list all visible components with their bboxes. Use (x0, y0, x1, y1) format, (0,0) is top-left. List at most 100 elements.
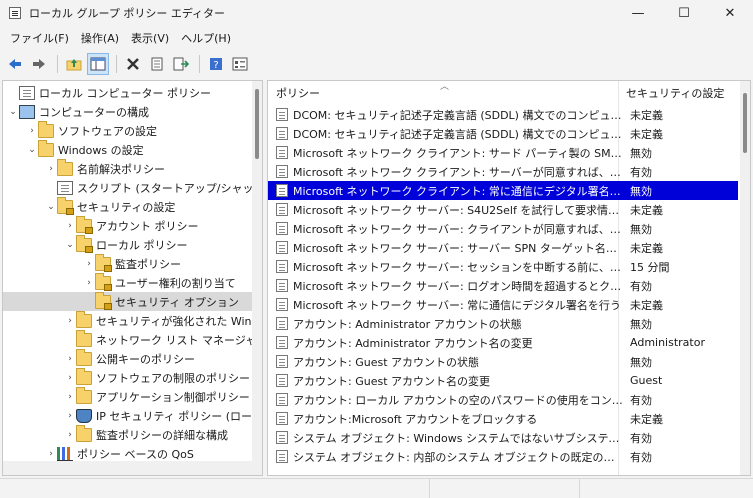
menu-view[interactable]: 表示(V) (125, 30, 175, 46)
expand-chevron-icon[interactable]: › (64, 411, 76, 421)
policy-row[interactable]: Microsoft ネットワーク クライアント: サーバーが同意すれば、通信に.… (268, 162, 738, 181)
help-icon[interactable]: ? (205, 53, 227, 75)
tree-node[interactable]: ⌄ ローカル ポリシー (3, 234, 188, 254)
list-vertical-scrollbar[interactable] (740, 81, 750, 475)
status-cell (430, 479, 580, 498)
policy-row[interactable]: Microsoft ネットワーク クライアント: サード パーティ製の SMB … (268, 143, 738, 162)
policy-row[interactable]: Microsoft ネットワーク サーバー: ログオン時間を超過するとクライア.… (268, 276, 738, 295)
policy-name: アカウント: Administrator アカウント名の変更 (293, 336, 533, 350)
collapse-chevron-icon[interactable]: ⌄ (26, 145, 38, 155)
column-header-policy[interactable]: ポリシー ︿ (268, 81, 616, 105)
security-folder-icon (95, 253, 112, 272)
policy-row[interactable]: アカウント: Administrator アカウントの状態 無効 (268, 314, 738, 333)
expand-chevron-icon[interactable]: › (64, 373, 76, 383)
tree-node[interactable]: › セキュリティが強化された Windo (3, 310, 262, 330)
policy-list-pane: ポリシー ︿ セキュリティの設定 DCOM: セキュリティ記述子定義言語 (SD… (267, 80, 751, 476)
policy-row[interactable]: システム オブジェクト: Windows システムではないサブシステムのため..… (268, 428, 738, 447)
maximize-button[interactable]: ☐ (661, 0, 707, 26)
tree-node[interactable]: ローカル コンピューター ポリシー (3, 83, 211, 102)
up-folder-icon[interactable] (63, 53, 85, 75)
tree-node[interactable]: › IP セキュリティ ポリシー (ローカル (3, 406, 262, 425)
close-button[interactable]: ✕ (707, 0, 753, 26)
collapse-chevron-icon[interactable]: ⌄ (45, 202, 57, 212)
tree-node[interactable]: セキュリティ オプション (3, 291, 253, 311)
policy-name: Microsoft ネットワーク サーバー: S4U2Self を試行して要求情… (293, 203, 624, 217)
expand-chevron-icon[interactable]: › (45, 164, 57, 174)
tree-node[interactable]: スクリプト (スタートアップ/シャットダウ (3, 178, 262, 197)
toolbar-separator (199, 55, 200, 73)
policy-row[interactable]: アカウント: Administrator アカウント名の変更 Administra… (268, 333, 738, 352)
tree-scroll-thumb[interactable] (255, 89, 259, 159)
policy-row[interactable]: アカウント: ローカル アカウントの空のパスワードの使用をコンソール ログ...… (268, 390, 738, 409)
delete-icon[interactable] (122, 53, 144, 75)
tree-node-label: セキュリティの設定 (77, 200, 176, 214)
menu-help[interactable]: ヘルプ(H) (175, 30, 237, 46)
expand-chevron-icon[interactable]: › (83, 278, 95, 288)
tree-node-label: ローカル ポリシー (96, 238, 188, 252)
collapse-chevron-icon[interactable]: ⌄ (7, 107, 19, 117)
policy-row[interactable]: Microsoft ネットワーク サーバー: クライアントが同意すれば、通信に.… (268, 219, 738, 238)
policy-row[interactable]: Microsoft ネットワーク サーバー: S4U2Self を試行して要求情… (268, 200, 738, 219)
policy-row[interactable]: アカウント:Microsoft アカウントをブロックする 未定義 (268, 409, 738, 428)
export-list-icon[interactable] (170, 53, 192, 75)
policy-row[interactable]: DCOM: セキュリティ記述子定義言語 (SDDL) 構文でのコンピューター..… (268, 124, 738, 143)
policy-setting: 未定義 (630, 108, 663, 122)
expand-chevron-icon[interactable]: › (64, 430, 76, 440)
policy-row[interactable]: アカウント: Guest アカウント名の変更 Guest (268, 371, 738, 390)
view-icon[interactable] (229, 53, 251, 75)
tree-node[interactable]: ネットワーク リスト マネージャー ポ (3, 329, 262, 349)
policy-name: アカウント: Administrator アカウントの状態 (293, 317, 522, 331)
forward-icon[interactable] (28, 53, 50, 75)
properties-icon[interactable] (146, 53, 168, 75)
list-scroll-thumb[interactable] (743, 93, 747, 153)
tree-node[interactable]: ⌄ コンピューターの構成 (3, 102, 149, 121)
folder-icon (76, 386, 92, 404)
tree-vertical-scrollbar[interactable] (252, 81, 262, 463)
tree-node[interactable]: ⌄ セキュリティの設定 (3, 196, 176, 216)
policy-row[interactable]: Microsoft ネットワーク サーバー: サーバー SPN ターゲット名検証… (268, 238, 738, 257)
tree-node[interactable]: › 名前解決ポリシー (3, 158, 165, 178)
folder-icon (57, 158, 73, 176)
policy-row[interactable]: DCOM: セキュリティ記述子定義言語 (SDDL) 構文でのコンピューター..… (268, 105, 738, 124)
policy-name: Microsoft ネットワーク サーバー: クライアントが同意すれば、通信に.… (293, 222, 624, 236)
tree-node[interactable]: › 監査ポリシーの詳細な構成 (3, 424, 228, 444)
policy-row[interactable]: Microsoft ネットワーク サーバー: セッションを中断する前に、ある一.… (268, 257, 738, 276)
tree-node[interactable]: ⌄ Windows の設定 (3, 139, 144, 159)
window-title: ローカル グループ ポリシー エディター (29, 7, 226, 20)
menu-file[interactable]: ファイル(F) (4, 30, 75, 46)
back-icon[interactable] (4, 53, 26, 75)
tree-node-label: ソフトウェアの設定 (58, 124, 157, 138)
policy-setting: 無効 (630, 355, 652, 369)
expand-chevron-icon[interactable]: › (83, 259, 95, 269)
menu-action[interactable]: 操作(A) (75, 30, 125, 46)
expand-chevron-icon[interactable]: › (64, 316, 76, 326)
folder-icon (76, 424, 92, 442)
tree-node[interactable]: › 公開キーのポリシー (3, 348, 195, 368)
expand-chevron-icon[interactable]: › (64, 221, 76, 231)
expand-chevron-icon[interactable]: › (64, 354, 76, 364)
expand-chevron-icon[interactable]: › (64, 392, 76, 402)
minimize-button[interactable]: — (615, 0, 661, 26)
tree-node[interactable]: › 監査ポリシー (3, 253, 181, 273)
policy-name: Microsoft ネットワーク サーバー: 常に通信にデジタル署名を行う (293, 298, 621, 312)
collapse-chevron-icon[interactable]: ⌄ (64, 240, 76, 250)
show-hide-tree-icon[interactable] (87, 53, 109, 75)
policy-row[interactable]: システム オブジェクト: 内部のシステム オブジェクトの既定のアクセス許... 有… (268, 447, 738, 466)
policy-setting: 未定義 (630, 241, 663, 255)
tree-node[interactable]: › ソフトウェアの制限のポリシー (3, 367, 250, 387)
policy-item-icon (276, 260, 288, 273)
policy-row[interactable]: アカウント: Guest アカウントの状態 無効 (268, 352, 738, 371)
policy-row[interactable]: Microsoft ネットワーク サーバー: 常に通信にデジタル署名を行う 未定義 (268, 295, 738, 314)
policy-name: Microsoft ネットワーク サーバー: セッションを中断する前に、ある一.… (293, 260, 624, 274)
folder-icon (76, 348, 92, 366)
tree-horizontal-scrollbar[interactable] (3, 461, 262, 475)
tree-node[interactable]: › ユーザー権利の割り当て (3, 272, 236, 292)
tree-node[interactable]: › アプリケーション制御ポリシー (3, 386, 250, 406)
policy-row[interactable]: Microsoft ネットワーク クライアント: 常に通信にデジタル署名を行う無… (268, 181, 738, 200)
policy-name: Microsoft ネットワーク サーバー: サーバー SPN ターゲット名検証… (293, 241, 624, 255)
column-header-setting[interactable]: セキュリティの設定 (619, 81, 739, 105)
tree-node[interactable]: › ソフトウェアの設定 (3, 120, 157, 140)
expand-chevron-icon[interactable]: › (26, 126, 38, 136)
tree-node[interactable]: › アカウント ポリシー (3, 215, 199, 235)
expand-chevron-icon[interactable]: › (45, 449, 57, 459)
